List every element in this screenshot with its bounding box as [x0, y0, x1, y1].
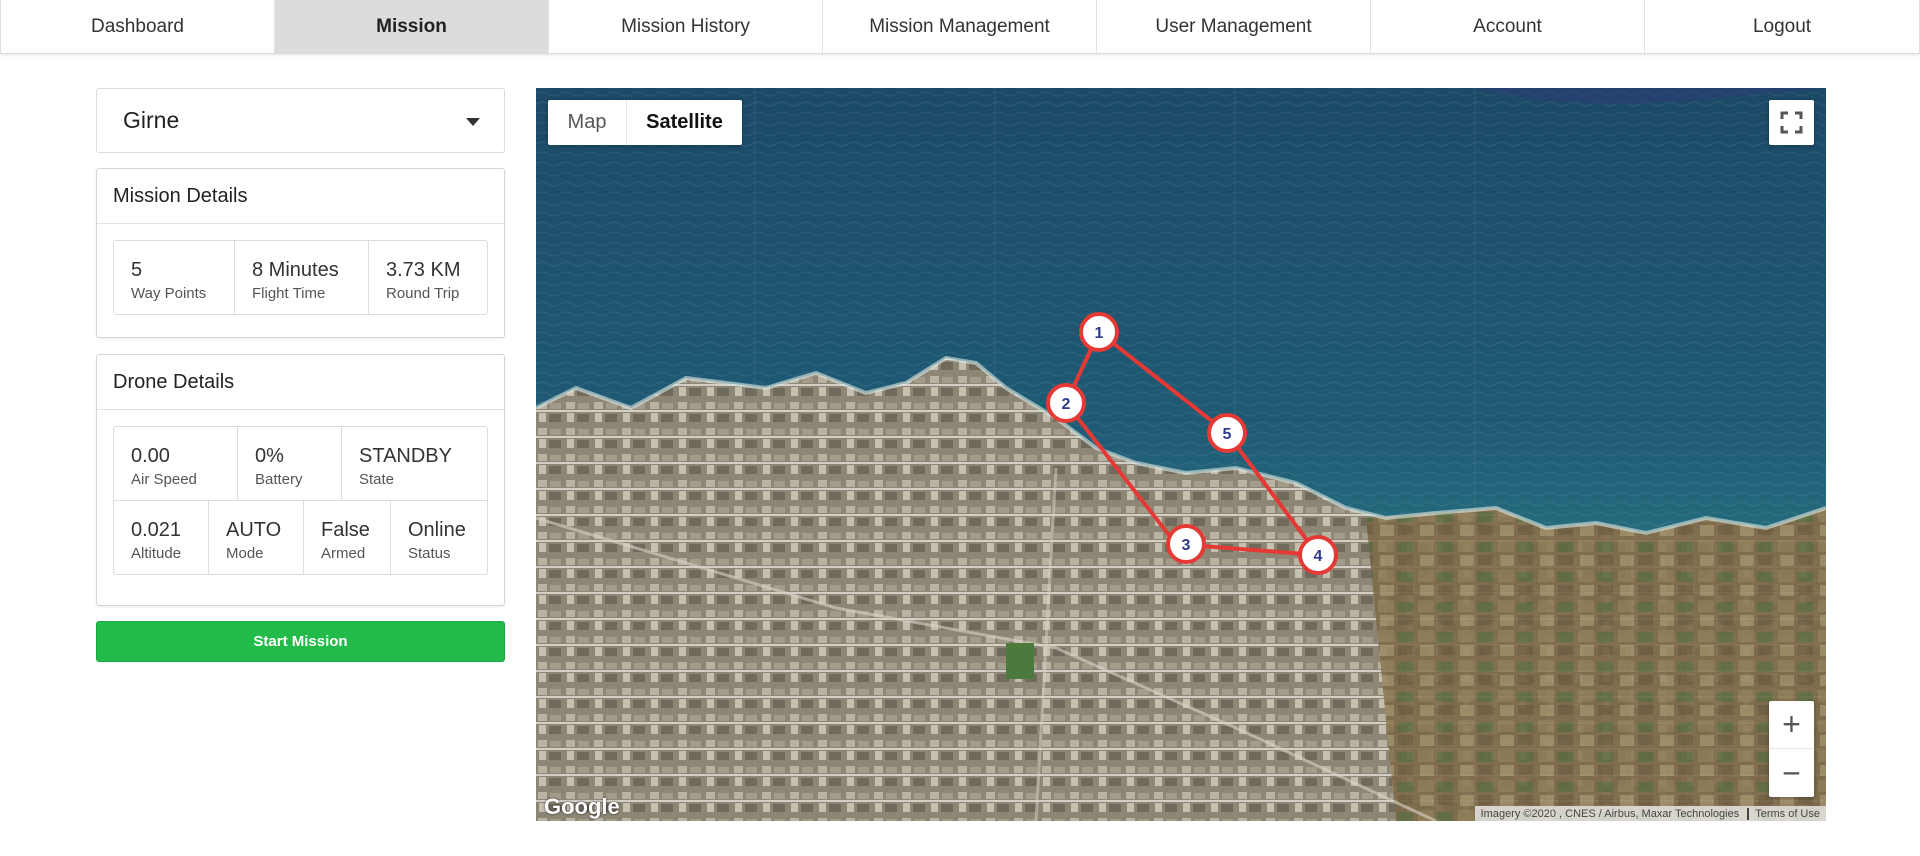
stat-value: STANDBY [359, 445, 452, 467]
stat-value: Online [408, 519, 466, 541]
waypoint-markers: 1 2 3 4 5 [1046, 312, 1338, 575]
city-select[interactable]: Girne [96, 88, 505, 153]
stat-value: 0.021 [131, 519, 182, 541]
stat-air-speed: 0.00 Air Speed [114, 427, 238, 500]
drone-stats: 0.00 Air Speed 0% Battery STANDBY State … [113, 426, 488, 575]
start-mission-button[interactable]: Start Mission [96, 621, 505, 662]
stat-label: Altitude [131, 545, 182, 562]
nav-logout[interactable]: Logout [1645, 0, 1919, 53]
waypoint-marker-1[interactable]: 1 [1079, 312, 1119, 352]
mission-details-title: Mission Details [97, 169, 504, 224]
svg-text:5: 5 [1223, 426, 1232, 443]
nav-mission-history[interactable]: Mission History [549, 0, 823, 53]
svg-text:4: 4 [1314, 548, 1323, 565]
stat-label: Mode [226, 545, 264, 562]
fullscreen-icon [1780, 111, 1803, 134]
stat-armed: False Armed [304, 501, 391, 574]
top-nav: Dashboard Mission Mission History Missio… [0, 0, 1920, 54]
svg-text:3: 3 [1182, 537, 1191, 554]
stat-label: Air Speed [131, 471, 197, 488]
satellite-map[interactable]: 1 2 3 4 5 Map Satellite + − Google Image… [536, 88, 1826, 821]
nav-mission-management[interactable]: Mission Management [823, 0, 1097, 53]
zoom-out-button[interactable]: − [1769, 749, 1814, 797]
nav-user-management[interactable]: User Management [1097, 0, 1371, 53]
zoom-control: + − [1769, 701, 1814, 797]
drone-details-title: Drone Details [97, 355, 504, 410]
stat-value: 0% [255, 445, 284, 467]
stat-value: 5 [131, 259, 143, 281]
map-view-button[interactable]: Map [548, 100, 627, 145]
stat-battery: 0% Battery [238, 427, 342, 500]
google-logo: Google [544, 794, 620, 819]
waypoint-marker-2[interactable]: 2 [1046, 383, 1086, 423]
stat-state: STANDBY State [342, 427, 487, 500]
mission-stats: 5 Way Points 8 Minutes Flight Time 3.73 … [113, 240, 488, 315]
stat-value: False [321, 519, 370, 541]
chevron-down-icon [466, 118, 480, 126]
stat-value: 8 Minutes [252, 259, 339, 281]
terms-of-use-link[interactable]: Terms of Use [1747, 807, 1820, 820]
nav-account[interactable]: Account [1371, 0, 1645, 53]
nav-dashboard[interactable]: Dashboard [1, 0, 275, 53]
svg-text:1: 1 [1095, 325, 1104, 342]
stat-value: 3.73 KM [386, 259, 461, 281]
zoom-in-button[interactable]: + [1769, 701, 1814, 749]
waypoint-marker-5[interactable]: 5 [1207, 413, 1247, 453]
stat-mode: AUTO Mode [209, 501, 304, 574]
drone-details-card: Drone Details 0.00 Air Speed 0% Battery … [96, 354, 505, 606]
stat-value: AUTO [226, 519, 282, 541]
stat-label: Way Points [131, 285, 207, 302]
stat-label: Flight Time [252, 285, 326, 302]
fullscreen-button[interactable] [1769, 100, 1814, 145]
stat-label: Armed [321, 545, 366, 562]
stat-way-points: 5 Way Points [114, 241, 235, 314]
stat-value: 0.00 [131, 445, 170, 467]
stat-flight-time: 8 Minutes Flight Time [235, 241, 369, 314]
stat-label: State [359, 471, 395, 488]
waypoint-marker-4[interactable]: 4 [1298, 535, 1338, 575]
stat-label: Status [408, 545, 451, 562]
stat-status: Online Status [391, 501, 487, 574]
nav-mission[interactable]: Mission [275, 0, 549, 53]
stat-label: Battery [255, 471, 303, 488]
waypoint-marker-3[interactable]: 3 [1166, 524, 1206, 564]
stat-altitude: 0.021 Altitude [114, 501, 209, 574]
mission-details-card: Mission Details 5 Way Points 8 Minutes F… [96, 168, 505, 338]
satellite-view-button[interactable]: Satellite [627, 100, 742, 145]
svg-text:2: 2 [1062, 396, 1071, 413]
stat-round-trip: 3.73 KM Round Trip [369, 241, 487, 314]
stat-label: Round Trip [386, 285, 460, 302]
map-type-control: Map Satellite [548, 100, 742, 145]
imagery-credit: Imagery ©2020 , CNES / Airbus, Maxar Tec… [1480, 807, 1740, 820]
map-attribution: Imagery ©2020 , CNES / Airbus, Maxar Tec… [1474, 806, 1826, 821]
city-select-value: Girne [123, 107, 180, 133]
